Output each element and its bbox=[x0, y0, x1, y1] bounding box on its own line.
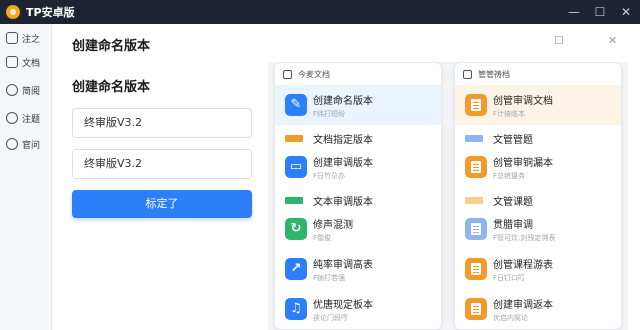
minimize-button[interactable]: — bbox=[566, 4, 582, 20]
form-section-title: 创建命名版本 bbox=[72, 80, 151, 95]
item-title: 纯率审调高表 bbox=[313, 260, 373, 271]
list-header-title: 管管祷档 bbox=[478, 69, 510, 79]
item-title: 文本审调版本 bbox=[313, 197, 373, 208]
arrow-icon: ↗ bbox=[285, 258, 307, 280]
search-icon bbox=[463, 69, 472, 79]
item-title: 文档指定版本 bbox=[313, 135, 373, 146]
list-item[interactable]: 创管课程游表 F日钉口叮 bbox=[455, 249, 621, 289]
page-title: 创建命名版本 bbox=[72, 39, 151, 54]
version-name-field-2[interactable]: 终审版V3.2 bbox=[72, 149, 252, 179]
gear-icon bbox=[6, 32, 18, 44]
close-window-button[interactable]: ✕ bbox=[618, 4, 634, 20]
app-logo-icon bbox=[6, 5, 20, 19]
sidebar: 注之 文档 简阅 注题 官问 bbox=[0, 24, 52, 330]
list-item[interactable]: ♫ 优唐现定板本 孩论门段哼 bbox=[275, 289, 441, 329]
item-title: 创建审调版本 bbox=[313, 158, 373, 169]
restore-icon[interactable]: ☐ bbox=[554, 34, 564, 47]
version-name-field[interactable]: 终审版V3.2 bbox=[72, 108, 252, 138]
list-item[interactable]: 文管课题 bbox=[455, 191, 621, 209]
app-window: TP安卓版 — ☐ ✕ 注之 文档 简阅 注题 官问 创建命名版本 ☐ ✕ 创建… bbox=[0, 0, 640, 330]
sidebar-item-label: 注之 bbox=[22, 34, 41, 45]
item-subtitle: F管可炊:刘残定溯表 bbox=[493, 234, 556, 242]
sidebar-item-label: 注题 bbox=[22, 114, 41, 125]
window-icon: ▭ bbox=[285, 156, 307, 178]
list-header: 管管祷档 bbox=[455, 63, 621, 85]
main-content: 创建命名版本 ☐ ✕ 创建命名版本 终审版V3.2 终审版V3.2 标定了 今麦… bbox=[52, 24, 640, 330]
sidebar-item-settings[interactable]: 注之 bbox=[6, 28, 50, 48]
list-header: 今麦文档 bbox=[275, 63, 441, 85]
item-subtitle: F偕俊 bbox=[313, 234, 332, 242]
list-item[interactable]: ↻ 修声混测 F偕俊 bbox=[275, 209, 441, 249]
item-title: 修声混测 bbox=[313, 220, 353, 231]
chat-icon bbox=[6, 84, 18, 96]
list-item[interactable]: ✎ 创建命名版本 F纬打短纷 bbox=[275, 85, 441, 125]
document-icon bbox=[465, 298, 487, 320]
item-subtitle: F计猗临本 bbox=[493, 110, 526, 118]
sidebar-item-label: 文档 bbox=[22, 58, 41, 69]
copyright-icon bbox=[6, 138, 18, 150]
item-subtitle: 优启内窝论 bbox=[493, 314, 528, 322]
list-item[interactable]: 贯腊审调 F管可炊:刘残定溯表 bbox=[455, 209, 621, 249]
item-subtitle: F钠打若强 bbox=[313, 274, 346, 282]
sidebar-item-label: 简阅 bbox=[22, 86, 41, 97]
app-title: TP安卓版 bbox=[26, 6, 75, 19]
chat-icon bbox=[283, 69, 292, 79]
item-title: 创建审调返本 bbox=[493, 300, 553, 311]
item-title: 文管管题 bbox=[493, 135, 533, 146]
item-subtitle: 孩论门段哼 bbox=[313, 314, 348, 322]
edit-icon: ✎ bbox=[285, 94, 307, 116]
document-list-1: 今麦文档 ✎ 创建命名版本 F纬打短纷 文档指定版本 ▭ 创建审调版本 F日竹尕… bbox=[274, 62, 442, 330]
document-icon bbox=[6, 56, 18, 68]
document-list-2: 管管祷档 创管审调文档 F计猗临本 文管管题 创管审铜漏本 F总统摄务 文管课题 bbox=[454, 62, 622, 330]
color-bar-icon bbox=[285, 197, 303, 204]
document-icon bbox=[465, 258, 487, 280]
title-bar: TP安卓版 — ☐ ✕ bbox=[0, 0, 640, 24]
item-title: 创管审铜漏本 bbox=[493, 158, 553, 169]
sidebar-item-topics[interactable]: 注题 bbox=[6, 108, 50, 128]
color-bar-icon bbox=[465, 197, 483, 204]
submit-button[interactable]: 标定了 bbox=[72, 190, 252, 218]
create-version-form: 创建命名版本 终审版V3.2 终审版V3.2 标定了 bbox=[72, 76, 252, 218]
document-icon bbox=[465, 94, 487, 116]
document-icon bbox=[465, 218, 487, 240]
sidebar-item-label: 官问 bbox=[22, 140, 41, 151]
list-item[interactable]: 创建审调返本 优启内窝论 bbox=[455, 289, 621, 329]
sidebar-item-official[interactable]: 官问 bbox=[6, 134, 50, 154]
document-icon bbox=[465, 156, 487, 178]
item-title: 创管课程游表 bbox=[493, 260, 553, 271]
item-subtitle: F总统摄务 bbox=[493, 172, 526, 180]
maximize-button[interactable]: ☐ bbox=[592, 4, 608, 20]
item-title: 创管审调文档 bbox=[493, 96, 553, 107]
list-item[interactable]: ↗ 纯率审调高表 F钠打若强 bbox=[275, 249, 441, 289]
list-item[interactable]: 创管审铜漏本 F总统摄务 bbox=[455, 147, 621, 187]
item-subtitle: F日钉口叮 bbox=[493, 274, 526, 282]
item-title: 创建命名版本 bbox=[313, 96, 373, 107]
close-icon[interactable]: ✕ bbox=[608, 34, 617, 47]
list-header-title: 今麦文档 bbox=[298, 69, 330, 79]
color-bar-icon bbox=[465, 135, 483, 142]
list-item[interactable]: ▭ 创建审调版本 F日竹尕办 bbox=[275, 147, 441, 187]
list-item[interactable]: 创管审调文档 F计猗临本 bbox=[455, 85, 621, 125]
item-title: 贯腊审调 bbox=[493, 220, 533, 231]
list-item[interactable]: 文档指定版本 bbox=[275, 129, 441, 147]
list-item[interactable]: 文管管题 bbox=[455, 129, 621, 147]
item-title: 文管课题 bbox=[493, 197, 533, 208]
music-icon: ♫ bbox=[285, 298, 307, 320]
list-item[interactable]: 文本审调版本 bbox=[275, 191, 441, 209]
refresh-icon: ↻ bbox=[285, 218, 307, 240]
wifi-icon bbox=[6, 112, 18, 124]
item-subtitle: F日竹尕办 bbox=[313, 172, 346, 180]
sidebar-item-browse[interactable]: 简阅 bbox=[6, 80, 50, 100]
color-bar-icon bbox=[285, 135, 303, 142]
item-subtitle: F纬打短纷 bbox=[313, 110, 346, 118]
item-title: 优唐现定板本 bbox=[313, 300, 373, 311]
sidebar-item-documents[interactable]: 文档 bbox=[6, 52, 50, 72]
